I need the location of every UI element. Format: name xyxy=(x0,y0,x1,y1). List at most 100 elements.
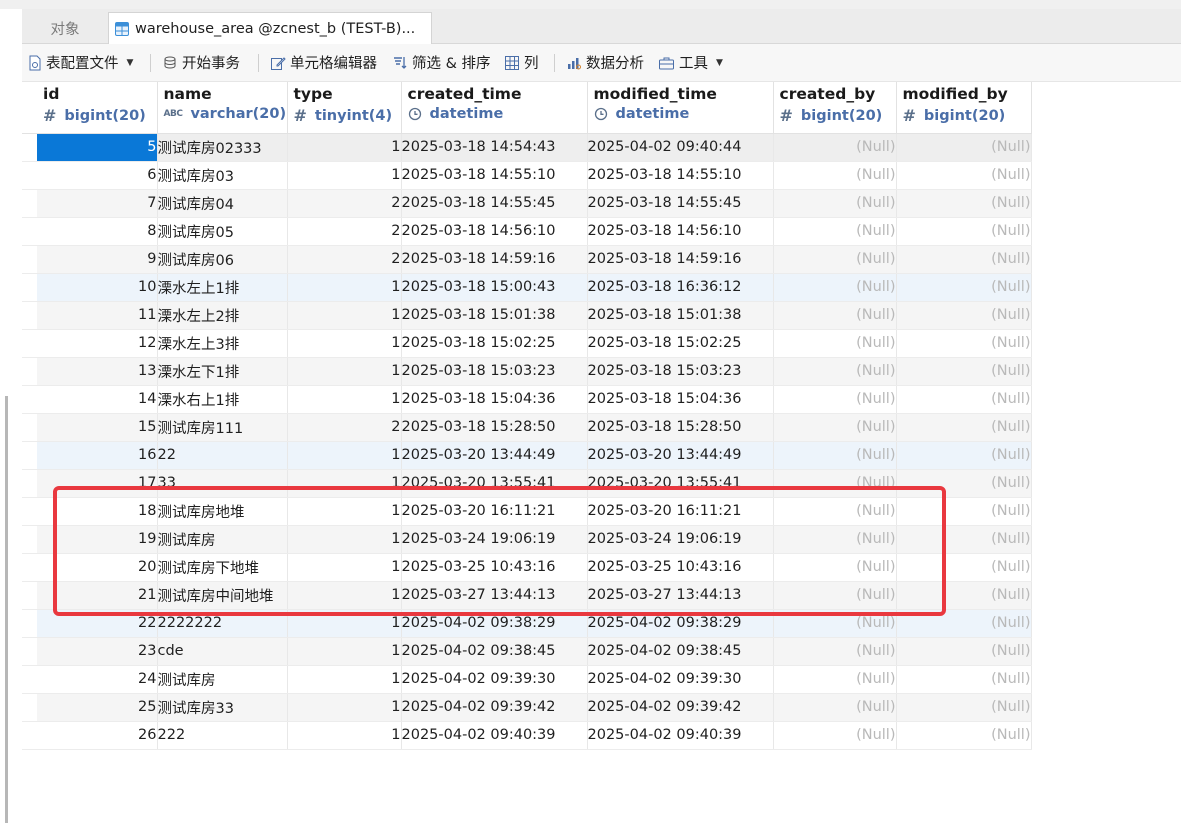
cell-modified-by[interactable]: (Null) xyxy=(896,413,1032,442)
cell-created-time[interactable]: 2025-03-20 13:44:49 xyxy=(401,441,588,470)
column-header-created-by[interactable]: created_by # bigint(20) xyxy=(773,82,897,134)
cell-name[interactable]: 测试库房04 xyxy=(157,189,288,218)
cell-modified-time[interactable]: 2025-03-18 15:01:38 xyxy=(587,301,774,330)
cell-created-by[interactable]: (Null) xyxy=(773,581,897,610)
cell-modified-time[interactable]: 2025-03-18 14:59:16 xyxy=(587,245,774,274)
cell-created-by[interactable]: (Null) xyxy=(773,357,897,386)
cell-created-time[interactable]: 2025-04-02 09:38:45 xyxy=(401,637,588,666)
table-row[interactable]: 21 测试库房中间地堆 1 2025-03-27 13:44:13 2025-03-27… xyxy=(22,581,1032,610)
cell-type[interactable]: 2 xyxy=(287,413,402,442)
cell-modified-by[interactable]: (Null) xyxy=(896,665,1032,694)
row-gutter[interactable] xyxy=(22,385,37,414)
cell-modified-time[interactable]: 2025-03-27 13:44:13 xyxy=(587,581,774,610)
row-gutter[interactable] xyxy=(22,497,37,526)
cell-created-time[interactable]: 2025-04-02 09:39:42 xyxy=(401,693,588,722)
cell-name[interactable]: 溧水左下1排 xyxy=(157,357,288,386)
cell-type[interactable]: 1 xyxy=(287,301,402,330)
cell-created-by[interactable]: (Null) xyxy=(773,609,897,638)
cell-name[interactable]: 222 xyxy=(157,721,288,750)
cell-created-time[interactable]: 2025-04-02 09:40:39 xyxy=(401,721,588,750)
column-header-type[interactable]: type # tinyint(4) xyxy=(287,82,402,134)
cell-type[interactable]: 1 xyxy=(287,609,402,638)
cell-created-time[interactable]: 2025-04-02 09:38:29 xyxy=(401,609,588,638)
cell-created-by[interactable]: (Null) xyxy=(773,245,897,274)
cell-modified-by[interactable]: (Null) xyxy=(896,245,1032,274)
cell-modified-time[interactable]: 2025-04-02 09:38:45 xyxy=(587,637,774,666)
cell-modified-time[interactable]: 2025-03-18 15:03:23 xyxy=(587,357,774,386)
cell-id[interactable]: 18 xyxy=(37,497,158,526)
cell-created-by[interactable]: (Null) xyxy=(773,553,897,582)
cell-id[interactable]: 24 xyxy=(37,665,158,694)
tab-warehouse-area[interactable]: warehouse_area @zcnest_b (TEST-B)... xyxy=(108,12,432,44)
cell-created-time[interactable]: 2025-03-20 16:11:21 xyxy=(401,497,588,526)
row-gutter[interactable] xyxy=(22,581,37,610)
cell-name[interactable]: 测试库房下地堆 xyxy=(157,553,288,582)
cell-name[interactable]: 测试库房33 xyxy=(157,693,288,722)
cell-created-time[interactable]: 2025-03-20 13:55:41 xyxy=(401,469,588,498)
column-header-created-time[interactable]: created_time datetime xyxy=(401,82,588,134)
cell-modified-by[interactable]: (Null) xyxy=(896,217,1032,246)
cell-type[interactable]: 1 xyxy=(287,693,402,722)
cell-name[interactable]: 溧水左上3排 xyxy=(157,329,288,358)
cell-modified-by[interactable]: (Null) xyxy=(896,161,1032,190)
cell-created-by[interactable]: (Null) xyxy=(773,469,897,498)
cell-created-time[interactable]: 2025-03-24 19:06:19 xyxy=(401,525,588,554)
cell-created-time[interactable]: 2025-03-18 14:59:16 xyxy=(401,245,588,274)
row-gutter[interactable] xyxy=(22,245,37,274)
cell-created-by[interactable]: (Null) xyxy=(773,273,897,302)
cell-modified-time[interactable]: 2025-04-02 09:38:29 xyxy=(587,609,774,638)
cell-id[interactable]: 8 xyxy=(37,217,158,246)
table-row[interactable]: 18 测试库房地堆 1 2025-03-20 16:11:21 2025-03-20 1… xyxy=(22,497,1032,526)
cell-name[interactable]: 测试库房06 xyxy=(157,245,288,274)
tab-objects[interactable]: 对象 xyxy=(22,12,108,44)
cell-type[interactable]: 1 xyxy=(287,161,402,190)
cell-modified-time[interactable]: 2025-03-25 10:43:16 xyxy=(587,553,774,582)
cell-name[interactable]: 测试库房111 xyxy=(157,413,288,442)
cell-name[interactable]: 测试库房02333 xyxy=(157,133,288,162)
cell-modified-by[interactable]: (Null) xyxy=(896,693,1032,722)
cell-id[interactable]: 13 xyxy=(37,357,158,386)
cell-type[interactable]: 2 xyxy=(287,217,402,246)
cell-created-time[interactable]: 2025-04-02 09:39:30 xyxy=(401,665,588,694)
cell-created-time[interactable]: 2025-03-18 14:55:45 xyxy=(401,189,588,218)
table-row[interactable]: 7 测试库房04 2 2025-03-18 14:55:45 2025-03-18 14… xyxy=(22,189,1032,218)
row-gutter[interactable] xyxy=(22,413,37,442)
cell-id[interactable]: 22 xyxy=(37,609,158,638)
cell-type[interactable]: 1 xyxy=(287,273,402,302)
cell-id[interactable]: 14 xyxy=(37,385,158,414)
table-row[interactable]: 15 测试库房111 2 2025-03-18 15:28:50 2025-03-18 … xyxy=(22,413,1032,442)
cell-id[interactable]: 21 xyxy=(37,581,158,610)
cell-name[interactable]: 2222222 xyxy=(157,609,288,638)
cell-type[interactable]: 1 xyxy=(287,553,402,582)
cell-editor-button[interactable]: 单元格编辑器 xyxy=(270,44,377,81)
cell-modified-time[interactable]: 2025-03-20 13:44:49 xyxy=(587,441,774,470)
row-gutter[interactable] xyxy=(22,665,37,694)
cell-created-by[interactable]: (Null) xyxy=(773,385,897,414)
cell-id[interactable]: 10 xyxy=(37,273,158,302)
cell-name[interactable]: 测试库房05 xyxy=(157,217,288,246)
cell-id[interactable]: 16 xyxy=(37,441,158,470)
cell-id[interactable]: 19 xyxy=(37,525,158,554)
cell-created-by[interactable]: (Null) xyxy=(773,497,897,526)
cell-created-by[interactable]: (Null) xyxy=(773,525,897,554)
begin-transaction-button[interactable]: 开始事务 xyxy=(162,44,240,81)
row-gutter[interactable] xyxy=(22,301,37,330)
cell-created-by[interactable]: (Null) xyxy=(773,441,897,470)
filter-sort-button[interactable]: 筛选 & 排序 xyxy=(392,44,491,81)
cell-type[interactable]: 1 xyxy=(287,385,402,414)
cell-id[interactable]: 26 xyxy=(37,721,158,750)
row-gutter[interactable] xyxy=(22,161,37,190)
cell-created-by[interactable]: (Null) xyxy=(773,217,897,246)
cell-created-by[interactable]: (Null) xyxy=(773,161,897,190)
cell-created-time[interactable]: 2025-03-27 13:44:13 xyxy=(401,581,588,610)
columns-button[interactable]: 列 xyxy=(504,44,539,81)
row-gutter[interactable] xyxy=(22,357,37,386)
cell-name[interactable]: 33 xyxy=(157,469,288,498)
cell-created-time[interactable]: 2025-03-18 14:54:43 xyxy=(401,133,588,162)
row-gutter[interactable] xyxy=(22,469,37,498)
cell-name[interactable]: 22 xyxy=(157,441,288,470)
cell-created-time[interactable]: 2025-03-18 14:56:10 xyxy=(401,217,588,246)
cell-id[interactable]: 23 xyxy=(37,637,158,666)
cell-created-by[interactable]: (Null) xyxy=(773,413,897,442)
table-row[interactable]: 10 溧水左上1排 1 2025-03-18 15:00:43 2025-03-18 1… xyxy=(22,273,1032,302)
